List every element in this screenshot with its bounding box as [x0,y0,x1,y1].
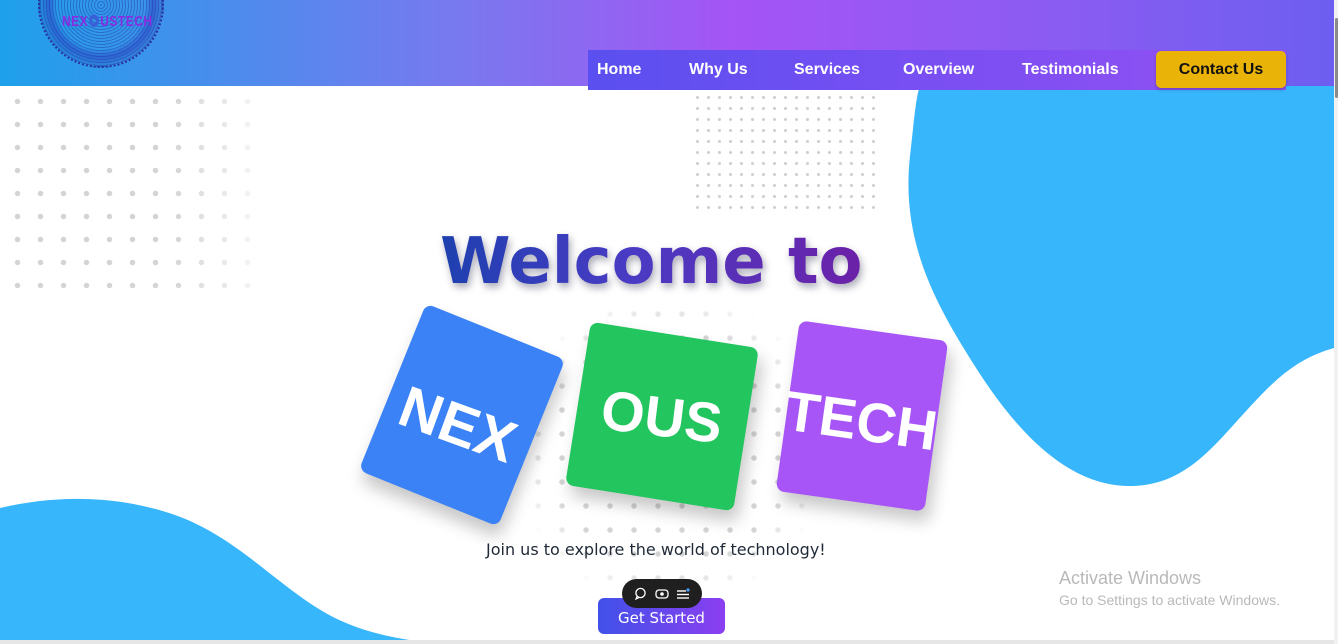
nav-services[interactable]: Services [794,50,860,90]
activate-windows-subtitle: Go to Settings to activate Windows. [1059,592,1280,608]
blue-blob-left [0,498,440,644]
main-nav: Home Why Us Services Overview Testimonia… [588,50,1286,90]
floating-toolbar [622,579,702,608]
logo-text[interactable]: NEX USTECH [62,12,153,30]
card-nex-label: NEX [391,373,526,476]
bottom-edge [0,640,1334,644]
activate-windows-title: Activate Windows [1059,568,1202,588]
nav-home[interactable]: Home [597,50,641,90]
logo-circle-icon [89,14,100,27]
hero-title: Welcome to [440,222,863,302]
dot-pattern-top-center [692,92,877,217]
blue-blob-right [908,86,1334,486]
eye-icon[interactable] [654,586,670,602]
menu-list-icon[interactable] [675,586,691,602]
logo-text-left: NEX [62,12,89,30]
logo-emblem[interactable] [38,0,164,68]
nav-overview[interactable]: Overview [903,50,974,90]
nav-testimonials[interactable]: Testimonials [1022,50,1119,90]
card-tech-label: TECH [781,378,942,462]
activate-windows-watermark: Activate Windows Go to Settings to activ… [1059,567,1280,611]
comment-icon[interactable] [633,586,649,602]
logo-text-right: USTECH [100,12,153,30]
hero-tagline: Join us to explore the world of technolo… [486,540,826,559]
vertical-scrollbar[interactable] [1334,0,1338,644]
card-tech: TECH [775,320,949,512]
nav-why-us[interactable]: Why Us [689,50,748,90]
card-ous-label: OUS [597,377,727,456]
card-ous: OUS [565,321,759,512]
dot-pattern-top-left [0,86,260,296]
contact-us-button[interactable]: Contact Us [1156,51,1286,88]
